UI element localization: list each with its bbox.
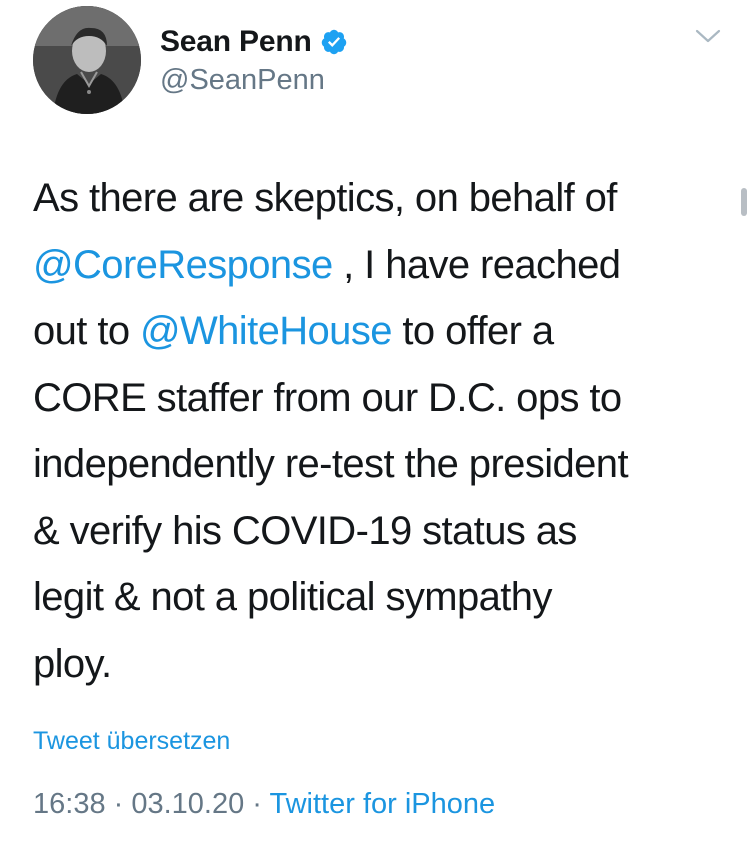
name-row: Sean Penn — [160, 22, 348, 62]
display-name[interactable]: Sean Penn — [160, 25, 312, 59]
tweet-line: independently re-test the president — [33, 442, 629, 486]
tweet-line: @CoreResponse , I have reached — [33, 242, 621, 287]
tweet-line: As there are skeptics, on behalf of — [33, 176, 617, 220]
tweet-meta: 16:38 · 03.10.20 · Twitter for iPhone — [33, 788, 495, 821]
mention-link-whitehouse[interactable]: @WhiteHouse — [140, 309, 392, 353]
tweet-line: legit & not a political sympathy — [33, 575, 552, 619]
user-handle[interactable]: @SeanPenn — [160, 64, 325, 97]
verified-badge-icon — [320, 28, 348, 56]
tweet-text: As there are skeptics, on behalf of @Cor… — [33, 165, 733, 697]
tweet-line: & verify his COVID-19 status as — [33, 508, 577, 553]
tweet-line: out to @WhiteHouse to offer a — [33, 309, 554, 353]
meta-separator: · — [105, 788, 132, 820]
tweet-line: ploy. — [33, 641, 112, 686]
avatar-photo-icon — [33, 6, 141, 114]
tweet: Sean Penn @SeanPenn As there are skeptic… — [0, 0, 750, 851]
mention-link-coreresponse[interactable]: @CoreResponse — [33, 243, 333, 287]
translate-tweet-link[interactable]: Tweet übersetzen — [33, 727, 230, 756]
meta-separator: · — [244, 788, 270, 820]
tweet-date[interactable]: 03.10.20 — [131, 788, 244, 820]
tweet-source-link[interactable]: Twitter for iPhone — [270, 788, 496, 820]
avatar[interactable] — [33, 6, 141, 114]
scrollbar-thumb[interactable] — [741, 188, 747, 216]
tweet-line: CORE staffer from our D.C. ops to — [33, 375, 622, 420]
tweet-time[interactable]: 16:38 — [33, 788, 106, 820]
chevron-down-icon[interactable] — [694, 26, 722, 46]
